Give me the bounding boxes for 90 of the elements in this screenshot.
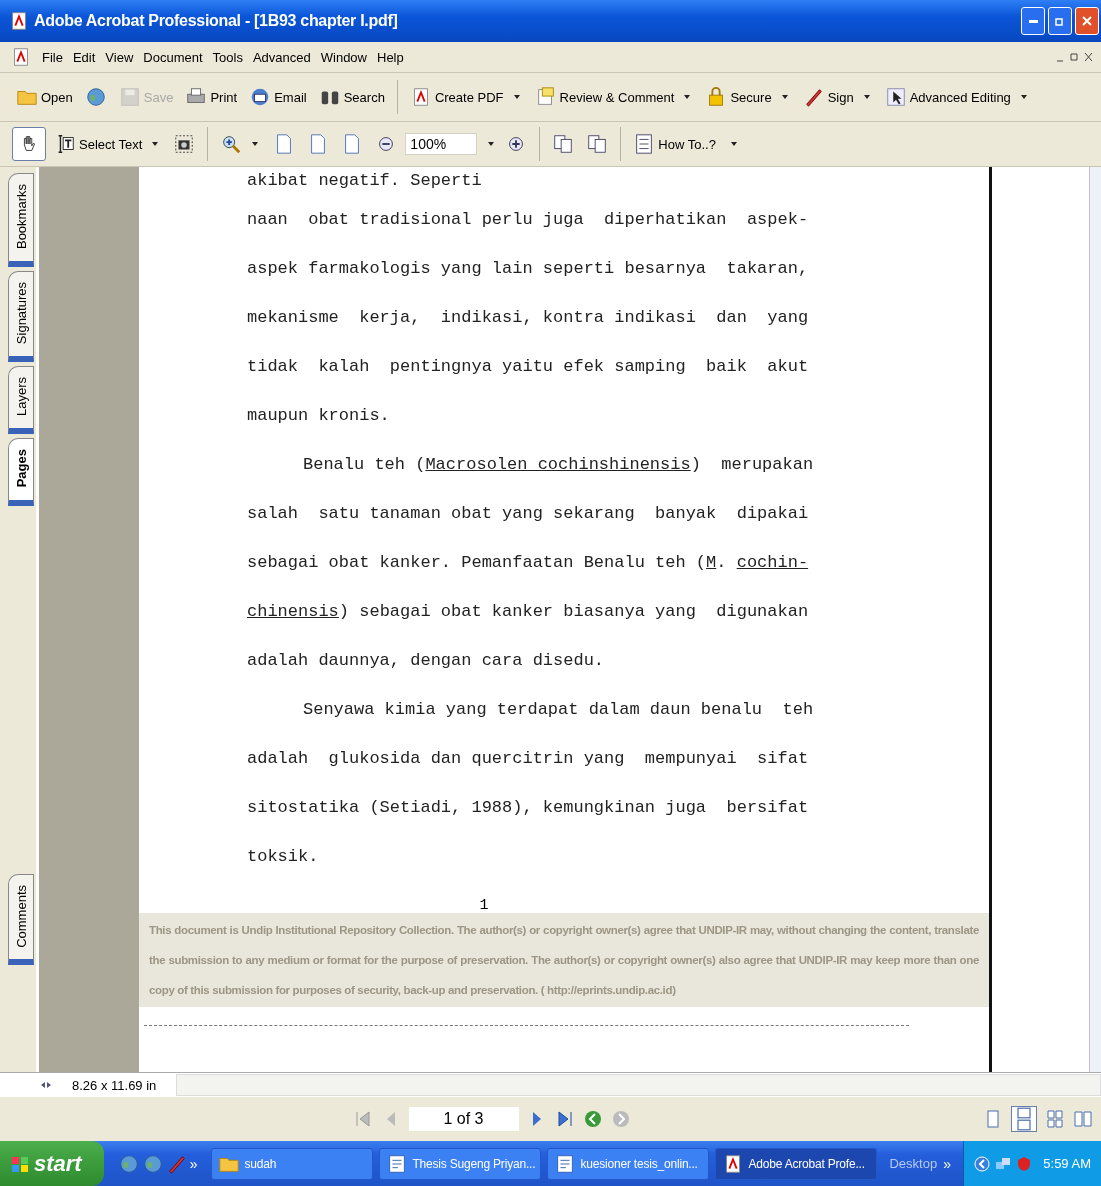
side-tab[interactable]: Pages	[8, 438, 34, 506]
side-tab[interactable]: Bookmarks	[8, 173, 34, 268]
more-button[interactable]: »	[189, 1155, 198, 1172]
dropdown-caret-icon	[683, 93, 692, 101]
document-text-line: Senyawa kimia yang terdapat dalam daun benalu teh	[302, 699, 815, 721]
menu-item[interactable]: File	[42, 49, 63, 65]
horizontal-scrollbar[interactable]	[176, 1074, 1101, 1096]
browser-icon	[117, 1152, 140, 1175]
taskbar-button[interactable]: kuesioner tesis_onlin...	[547, 1147, 710, 1180]
close-button[interactable]	[1075, 7, 1099, 35]
dropdown-caret-icon	[151, 140, 160, 148]
window-title: Adobe Acrobat Professional - [1B93 chapter I.pdf]	[34, 12, 398, 30]
chevron-left-icon[interactable]	[974, 1155, 991, 1172]
clock: 5:59 AM	[1043, 1156, 1091, 1171]
how-to-button[interactable]: How To..?	[629, 130, 720, 158]
menu-item[interactable]: Document	[143, 49, 203, 65]
menu-item[interactable]: View	[105, 49, 134, 65]
more-button[interactable]: »	[943, 1155, 951, 1172]
email-button[interactable]: Email	[245, 83, 311, 111]
resize-arrows-icon	[40, 1079, 52, 1091]
document-text-line: tidak kalah pentingnya yaitu efek samping baik akut	[247, 356, 810, 378]
two-page-icon[interactable]	[1073, 1109, 1093, 1129]
document-text-line: maupun kronis.	[247, 405, 391, 427]
taskbar-button[interactable]: sudah	[211, 1147, 374, 1180]
network-icon[interactable]	[995, 1155, 1012, 1172]
document-text-line: salah satu tanaman obat yang sekarang banyak dipakai	[247, 503, 810, 525]
document-text-line: Benalu teh (Macrosolen cochinshinensis) merupakan	[302, 454, 815, 476]
back-icon[interactable]	[582, 1109, 603, 1129]
document-text-line: sitostatika (Setiadi, 1988), kemungkinan juga bersifat	[247, 797, 810, 819]
dropdown-caret-icon	[780, 93, 789, 101]
create-pdf-button[interactable]: Create PDF	[405, 83, 527, 111]
document-text-line: mekanisme kerja, indikasi, kontra indikasi dan yang	[247, 307, 810, 329]
menu-item[interactable]: Tools	[212, 49, 243, 65]
menu-item[interactable]: Help	[377, 49, 404, 65]
camera-icon	[173, 133, 196, 155]
document-text-line: sebagai obat kanker. Pemanfaatan Benalu teh (M. cochin-	[247, 552, 810, 574]
dropdown-caret-icon	[512, 93, 521, 101]
advanced-editing-button[interactable]: Advanced Editing	[880, 83, 1034, 111]
document-text-line: aspek farmakologis yang lain seperti besarnya takaran,	[247, 258, 810, 280]
document-text-line: adalah glukosida dan quercitrin yang mempunyai sifat	[247, 748, 810, 770]
side-tab[interactable]: Layers	[8, 366, 34, 435]
sign-button[interactable]: Sign	[798, 83, 877, 111]
close-icon	[1082, 16, 1092, 26]
restore-button[interactable]	[1048, 7, 1072, 35]
document-text-line: toksik.	[247, 846, 320, 868]
pages-icon	[586, 133, 609, 155]
search-button[interactable]: Search	[314, 83, 389, 111]
browser-icon	[141, 1152, 164, 1175]
document-window-controls-icon	[1055, 51, 1095, 63]
page-size: 8.26 x 11.69 in	[72, 1077, 157, 1093]
minimize-button[interactable]	[1021, 7, 1045, 35]
menu-item[interactable]: Advanced	[252, 49, 311, 65]
page-number: 1	[479, 897, 489, 913]
print-button[interactable]: Print	[181, 83, 242, 111]
secure-button[interactable]: Secure	[701, 83, 795, 111]
select-text-tool[interactable]: Select Text	[50, 130, 166, 158]
review-comment-button[interactable]: Review & Comment	[530, 83, 698, 111]
forward-icon[interactable]	[610, 1109, 631, 1129]
dropdown-caret-icon	[1019, 93, 1028, 101]
cursor-icon	[884, 86, 907, 108]
page-number-field[interactable]: 1 of 3	[408, 1107, 519, 1131]
dropdown-caret-icon	[251, 140, 260, 148]
restore-icon	[1055, 16, 1065, 26]
start-button[interactable]: start	[0, 1141, 104, 1186]
side-tab[interactable]: Comments	[8, 873, 34, 966]
taskbar-button[interactable]: Thesis Sugeng Priyan...	[379, 1147, 542, 1180]
taskbar-button[interactable]: Adobe Acrobat Profe...	[715, 1147, 878, 1180]
dropdown-caret-icon	[862, 93, 871, 101]
menu-item[interactable]: Edit	[72, 49, 96, 65]
document-text-line: naan obat tradisional perlu juga diperhatikan aspek-	[247, 209, 810, 231]
side-tab[interactable]: Signatures	[8, 271, 34, 363]
globe-icon	[84, 86, 107, 108]
open-button[interactable]: Open	[12, 83, 77, 111]
facing-pages-icon[interactable]	[1045, 1109, 1065, 1129]
menu-item[interactable]: Window	[320, 49, 367, 65]
document-text-line: akibat negatif. Seperti	[247, 170, 483, 192]
desktop-toolbar-label[interactable]: Desktop	[889, 1156, 938, 1171]
pages-icon	[552, 133, 575, 155]
magnifier-icon	[220, 133, 243, 155]
hand-tool[interactable]	[12, 127, 46, 161]
vertical-scrollbar[interactable]	[1089, 167, 1101, 1072]
continuous-page-icon[interactable]	[1011, 1106, 1037, 1132]
document-text-line: adalah daunnya, dengan cara disedu.	[247, 650, 606, 672]
dropdown-caret-icon	[487, 140, 496, 148]
zoom-field[interactable]: 100%	[405, 133, 478, 155]
dropdown-caret-icon	[729, 140, 738, 148]
repository-notice: This document is Undip Institutional Repository Collection. The author(s) or copyright owner(s) agree that UNDIP-IR may, without changing the content, translate the submission to any medium or format for the purpose of preservation. The author(s) or copyright owner(s) also agree that UNDIP-IR may keep more than one copy of this submission for purposes of security, back-up and preservation. ( http://eprints.undip.ac.id)	[139, 913, 989, 1007]
minimize-icon	[1028, 19, 1038, 23]
shield-icon[interactable]	[1016, 1155, 1033, 1172]
document-text-line: chinensis) sebagai obat kanker biasanya yang digunakan	[247, 601, 810, 623]
